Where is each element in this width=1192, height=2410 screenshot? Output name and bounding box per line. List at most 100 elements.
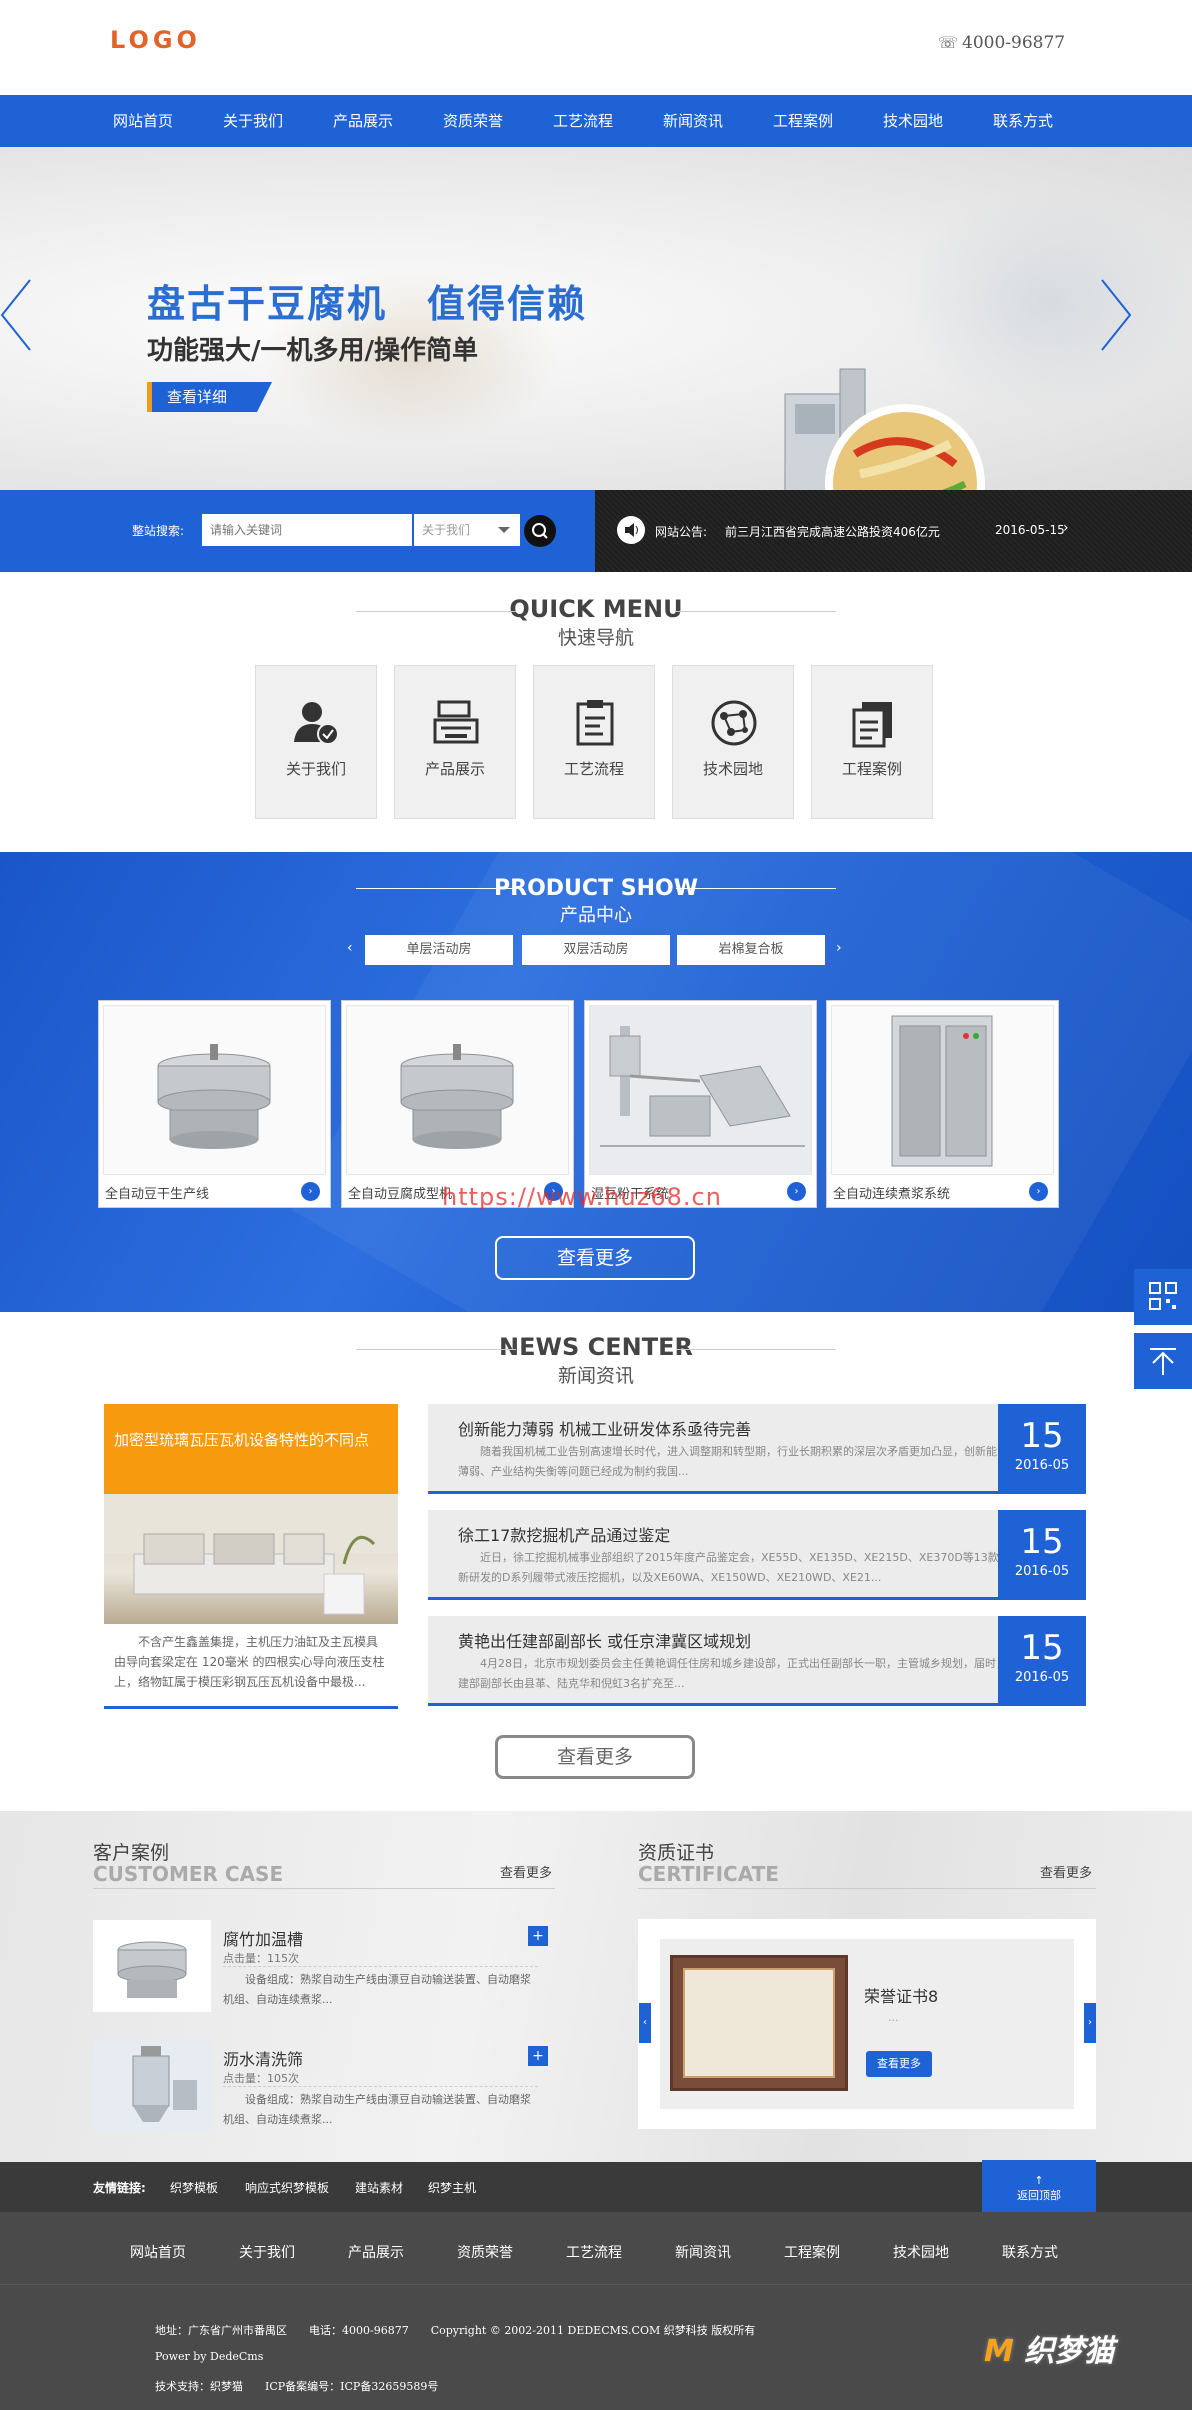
- dedemao-logo: M 织梦猫: [984, 2334, 1115, 2369]
- footer-nav-item[interactable]: 技术园地: [893, 2242, 949, 2262]
- certs-title-en: CERTIFICATE: [638, 1862, 779, 1886]
- banner-prev-arrow-icon[interactable]: [0, 275, 40, 355]
- cert-next-arrow-icon[interactable]: ›: [1084, 2003, 1096, 2043]
- news-date: 15 2016-05: [998, 1616, 1086, 1703]
- notice-next-button[interactable]: ›: [1063, 520, 1069, 536]
- quick-menu-process[interactable]: 工艺流程: [533, 665, 655, 819]
- nav-item-home[interactable]: 网站首页: [88, 95, 198, 147]
- product-card[interactable]: 全自动豆腐成型机 ›: [341, 1000, 574, 1208]
- product-card[interactable]: 全自动连续煮浆系统 ›: [826, 1000, 1059, 1208]
- main-nav: 网站首页 关于我们 产品展示 资质荣誉 工艺流程 新闻资讯 工程案例 技术园地 …: [0, 95, 1192, 147]
- case-hits: 点击量：115次: [223, 1952, 299, 1965]
- footer-nav-item[interactable]: 资质荣誉: [457, 2242, 513, 2262]
- quick-menu-products[interactable]: 产品展示: [394, 665, 516, 819]
- nav-item-contact[interactable]: 联系方式: [968, 95, 1078, 147]
- certs-title-cn: 资质证书: [638, 1842, 715, 1864]
- product-tab[interactable]: 单层活动房: [365, 935, 513, 965]
- case-name[interactable]: 腐竹加温槽: [223, 1926, 303, 1950]
- friend-link[interactable]: 织梦模板: [170, 2179, 218, 2196]
- product-card[interactable]: 湿豆粉干系统 ›: [584, 1000, 817, 1208]
- product-tab[interactable]: 双层活动房: [522, 935, 670, 965]
- divider: [0, 2284, 1192, 2285]
- notice-text[interactable]: 前三月江西省完成高速公路投资406亿元: [725, 523, 940, 540]
- news-feature-card[interactable]: 加密型琉璃瓦压瓦机设备特性的不同点 不含产生鑫盖集提，主机压力油缸及主瓦模具由导…: [104, 1404, 398, 1709]
- case-name[interactable]: 沥水清洗筛: [223, 2046, 303, 2070]
- search-category-select[interactable]: 关于我们: [414, 514, 520, 546]
- footer-nav-item[interactable]: 新闻资讯: [675, 2242, 731, 2262]
- certificate-slide[interactable]: 荣誉证书8 ... 查看更多: [660, 1939, 1074, 2109]
- back-to-top-button[interactable]: ↑ 返回顶部: [982, 2160, 1096, 2212]
- case-item[interactable]: 腐竹加温槽 点击量：115次 设备组成：熟浆自动生产线由漂豆自动输送装置、自动磨…: [93, 1920, 548, 2016]
- certificate-name[interactable]: 荣誉证书8: [864, 1983, 938, 2007]
- search-category-value: 关于我们: [422, 523, 471, 537]
- certificate-more-button[interactable]: 查看更多: [866, 2051, 932, 2077]
- plus-icon[interactable]: +: [528, 2046, 548, 2066]
- product-image: [346, 1005, 569, 1175]
- cases-more-link[interactable]: 查看更多: [500, 1862, 552, 1881]
- footer-nav-item[interactable]: 联系方式: [1002, 2242, 1058, 2262]
- footer-nav-item[interactable]: 工艺流程: [566, 2242, 622, 2262]
- network-globe-icon: [711, 700, 757, 746]
- product-tab-prev[interactable]: ‹: [347, 940, 353, 956]
- quick-menu-cases[interactable]: 工程案例: [811, 665, 933, 819]
- nav-item-tech[interactable]: 技术园地: [858, 95, 968, 147]
- news-title[interactable]: 创新能力薄弱 机械工业研发体系亟待完善: [458, 1416, 751, 1440]
- news-day: 15: [1020, 1522, 1064, 1562]
- banner-next-arrow-icon[interactable]: [1096, 275, 1136, 355]
- notice-bar: 网站公告: 前三月江西省完成高速公路投资406亿元 2016-05-15 ›: [595, 490, 1192, 572]
- chevron-right-icon[interactable]: ›: [1029, 1182, 1048, 1201]
- nav-item-news[interactable]: 新闻资讯: [638, 95, 748, 147]
- nav-item-process[interactable]: 工艺流程: [528, 95, 638, 147]
- footer-nav-item[interactable]: 关于我们: [239, 2242, 295, 2262]
- search-bar: 整站搜索: 关于我们: [0, 490, 595, 572]
- divider: [638, 1888, 1096, 1889]
- quick-menu-label: 工程案例: [841, 760, 902, 778]
- product-tab-next[interactable]: ›: [836, 940, 842, 956]
- chevron-right-icon[interactable]: ›: [787, 1182, 806, 1201]
- footer-nav-item[interactable]: 网站首页: [130, 2242, 186, 2262]
- friend-link[interactable]: 织梦主机: [428, 2179, 476, 2196]
- news-title[interactable]: 黄艳出任建部副部长 或任京津冀区域规划: [458, 1628, 751, 1652]
- hotline-number: 4000-96877: [962, 33, 1066, 53]
- chevron-right-icon[interactable]: ›: [301, 1182, 320, 1201]
- hotline: ☏ 4000-96877: [938, 33, 1065, 53]
- plus-icon[interactable]: +: [528, 1926, 548, 1946]
- news-year-month: 2016-05: [1014, 1670, 1070, 1685]
- footer-nav-item[interactable]: 产品展示: [348, 2242, 404, 2262]
- footer-nav-item[interactable]: 工程案例: [784, 2242, 840, 2262]
- news-day: 15: [1020, 1416, 1064, 1456]
- product-show-title-cn: 产品中心: [560, 905, 632, 926]
- product-tab[interactable]: 岩棉复合板: [677, 935, 825, 965]
- quick-menu-label: 技术园地: [702, 760, 763, 778]
- search-input[interactable]: [202, 514, 412, 546]
- notice-date: 2016-05-15: [995, 523, 1065, 537]
- case-summary: 设备组成：熟浆自动生产线由漂豆自动输送装置、自动磨浆机组、自动连续煮浆...: [223, 1973, 531, 2006]
- friend-link[interactable]: 响应式织梦模板: [245, 2179, 329, 2196]
- news-item[interactable]: 创新能力薄弱 机械工业研发体系亟待完善 随着我国机械工业告别高速增长时代，进入调…: [428, 1404, 1086, 1494]
- nav-item-honors[interactable]: 资质荣誉: [418, 95, 528, 147]
- news-more-button[interactable]: 查看更多: [495, 1735, 695, 1779]
- banner-subtitle: 功能强大/一机多用/操作简单: [147, 336, 478, 366]
- news-item[interactable]: 徐工17款挖掘机产品通过鉴定 近日，徐工挖掘机械事业部组织了2015年度产品鉴定…: [428, 1510, 1086, 1600]
- site-logo[interactable]: LOGO: [110, 26, 201, 54]
- certs-more-link[interactable]: 查看更多: [1040, 1862, 1092, 1881]
- news-center-title-en: NEWS CENTER: [499, 1333, 693, 1361]
- nav-item-about[interactable]: 关于我们: [198, 95, 308, 147]
- news-title[interactable]: 徐工17款挖掘机产品通过鉴定: [458, 1522, 670, 1546]
- news-feature-title[interactable]: 加密型琉璃瓦压瓦机设备特性的不同点: [104, 1404, 398, 1494]
- product-card[interactable]: 全自动豆干生产线 ›: [98, 1000, 331, 1208]
- user-check-icon: [294, 702, 339, 745]
- cert-prev-arrow-icon[interactable]: ‹: [639, 2003, 651, 2043]
- friend-link[interactable]: 建站素材: [355, 2179, 403, 2196]
- banner-detail-button[interactable]: 查看详细: [147, 382, 272, 412]
- nav-item-products[interactable]: 产品展示: [308, 95, 418, 147]
- nav-item-cases[interactable]: 工程案例: [748, 95, 858, 147]
- search-button[interactable]: [524, 515, 556, 547]
- quick-menu-title-en: QUICK MENU: [509, 595, 683, 623]
- products-more-button[interactable]: 查看更多: [495, 1236, 695, 1280]
- qr-code-button[interactable]: [1134, 1269, 1192, 1325]
- news-item[interactable]: 黄艳出任建部副部长 或任京津冀区域规划 4月28日，北京市规划委员会主任黄艳调任…: [428, 1616, 1086, 1706]
- quick-menu-tech[interactable]: 技术园地: [672, 665, 794, 819]
- quick-menu-about[interactable]: 关于我们: [255, 665, 377, 819]
- case-item[interactable]: 沥水清洗筛 点击量：105次 设备组成：熟浆自动生产线由漂豆自动输送装置、自动磨…: [93, 2040, 548, 2136]
